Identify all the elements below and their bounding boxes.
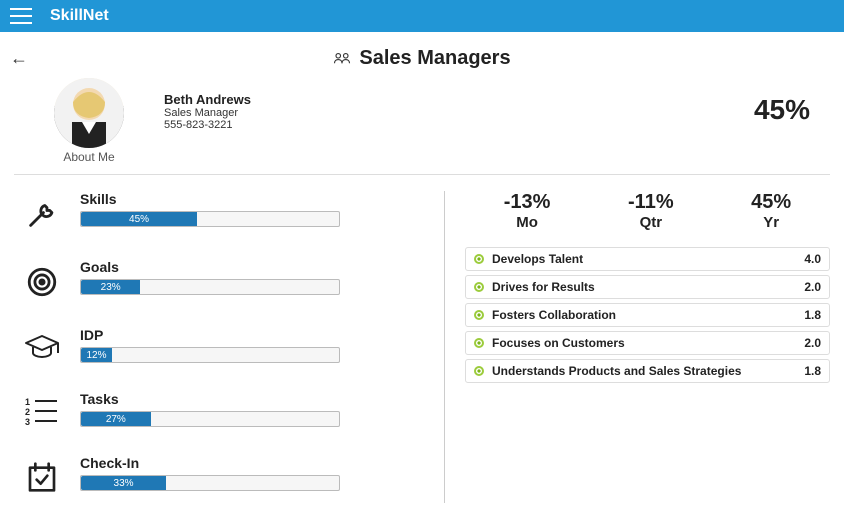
top-bar: SkillNet (0, 0, 844, 32)
page-header: ← Sales Managers (0, 38, 844, 78)
bullet-icon (474, 282, 484, 292)
progress-bar: 33% (80, 475, 340, 491)
progress-bar: 27% (80, 411, 340, 427)
svg-text:2: 2 (25, 407, 30, 417)
bullet-icon (474, 338, 484, 348)
competency-item[interactable]: Fosters Collaboration 1.8 (465, 303, 830, 327)
profile-role: Sales Manager (164, 107, 251, 119)
metric-label: Tasks (80, 391, 434, 407)
competency-item[interactable]: Focuses on Customers 2.0 (465, 331, 830, 355)
stat-month: -13% Mo (504, 191, 551, 231)
back-arrow-icon[interactable]: ← (10, 48, 28, 69)
graduation-cap-icon (14, 327, 70, 361)
svg-text:1: 1 (25, 397, 30, 407)
metric-label: Skills (80, 191, 434, 207)
metric-label: Check-In (80, 455, 434, 471)
overall-percent: 45% (754, 94, 810, 126)
period-stats: -13% Mo -11% Qtr 45% Yr (465, 191, 830, 231)
wrench-icon (14, 191, 70, 231)
menu-icon[interactable] (10, 8, 32, 24)
avatar[interactable] (54, 78, 124, 148)
page-title: Sales Managers (359, 47, 510, 70)
metric-goals[interactable]: Goals 23% (14, 259, 434, 299)
competency-item[interactable]: Understands Products and Sales Strategie… (465, 359, 830, 383)
bullet-icon (474, 366, 484, 376)
metrics-column: Skills 45% Goals 23% (14, 191, 444, 503)
people-icon (333, 51, 351, 65)
metric-skills[interactable]: Skills 45% (14, 191, 434, 231)
profile-section: About Me Beth Andrews Sales Manager 555-… (14, 78, 830, 175)
progress-bar: 23% (80, 279, 340, 295)
stat-quarter: -11% Qtr (628, 191, 674, 231)
bullet-icon (474, 310, 484, 320)
profile-name: Beth Andrews (164, 92, 251, 107)
metric-idp[interactable]: IDP 12% (14, 327, 434, 363)
calendar-check-icon (14, 455, 70, 493)
main-content: Skills 45% Goals 23% (0, 185, 844, 523)
progress-bar: 45% (80, 211, 340, 227)
about-me-label[interactable]: About Me (63, 150, 114, 164)
app-brand: SkillNet (50, 7, 109, 25)
bullet-icon (474, 254, 484, 264)
svg-text:3: 3 (25, 417, 30, 427)
metric-checkin[interactable]: Check-In 33% (14, 455, 434, 493)
details-column: -13% Mo -11% Qtr 45% Yr Develops Talent … (444, 191, 830, 503)
progress-bar: 12% (80, 347, 340, 363)
stat-year: 45% Yr (751, 191, 791, 231)
numbered-list-icon: 1 2 3 (14, 391, 70, 427)
competency-list: Develops Talent 4.0 Drives for Results 2… (465, 247, 830, 383)
profile-info: Beth Andrews Sales Manager 555-823-3221 (164, 92, 251, 131)
competency-item[interactable]: Drives for Results 2.0 (465, 275, 830, 299)
competency-item[interactable]: Develops Talent 4.0 (465, 247, 830, 271)
metric-tasks[interactable]: 1 2 3 Tasks 27% (14, 391, 434, 427)
target-icon (14, 259, 70, 299)
metric-label: Goals (80, 259, 434, 275)
metric-label: IDP (80, 327, 434, 343)
profile-phone: 555-823-3221 (164, 119, 251, 131)
